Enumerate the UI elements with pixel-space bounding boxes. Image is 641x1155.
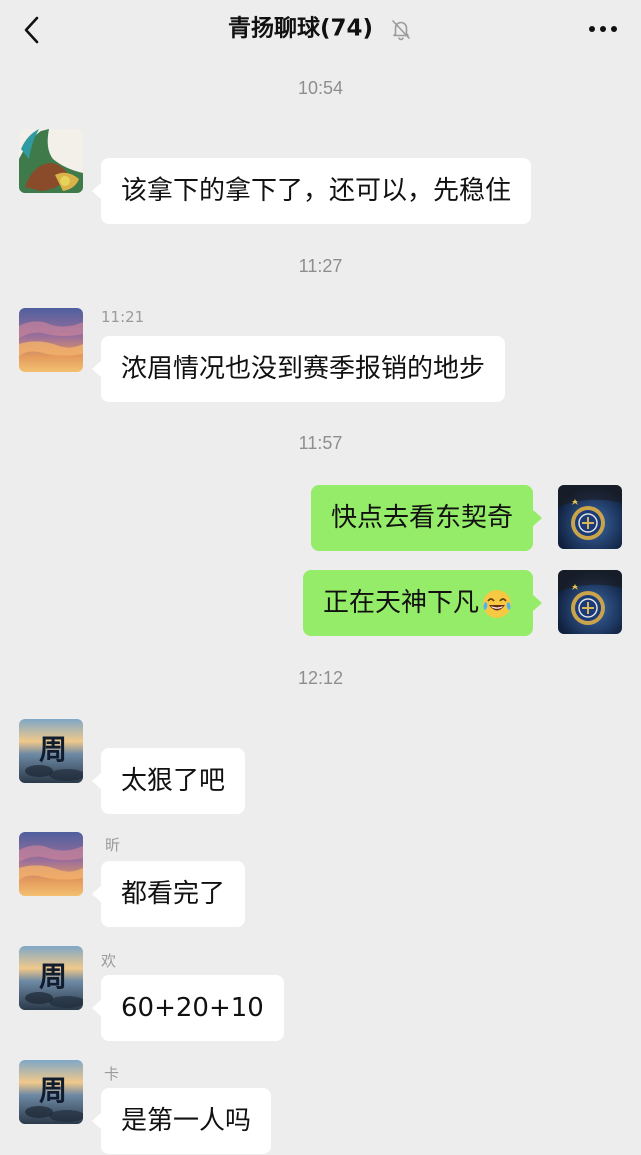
- message-text: 快点去看东契奇: [331, 503, 514, 533]
- painting-avatar[interactable]: [19, 129, 83, 193]
- message-bubble-outgoing[interactable]: 正在天神下凡: [303, 570, 543, 636]
- inter-logo-avatar[interactable]: [558, 570, 622, 634]
- message-text: 是第一人吗: [121, 1106, 252, 1136]
- timestamp: 10:54: [297, 78, 344, 98]
- timestamp: 11:57: [298, 433, 343, 453]
- svg-text:周: 周: [39, 1074, 67, 1107]
- sender-name: 11:21: [101, 308, 145, 326]
- chat-title: 青扬聊球(74): [227, 15, 373, 42]
- message-text: 正在天神下凡: [323, 588, 480, 618]
- message-text: 该拿下的拿下了，还可以，先稳住: [121, 176, 512, 206]
- more-dots-icon: [589, 26, 617, 32]
- sunset-avatar[interactable]: [19, 832, 83, 896]
- zhou-avatar[interactable]: 周: [19, 719, 83, 783]
- message-bubble-outgoing[interactable]: 快点去看东契奇: [311, 485, 543, 551]
- message-bubble[interactable]: 是第一人吗: [91, 1088, 272, 1154]
- sender-name: 卡: [104, 1065, 120, 1083]
- bell-off-icon: [392, 19, 410, 40]
- more-options-button[interactable]: [585, 14, 621, 44]
- sender-name: 欢: [101, 952, 117, 970]
- chat-header: 青扬聊球(74): [0, 0, 641, 58]
- message-bubble[interactable]: 60+20+10: [92, 975, 284, 1041]
- svg-text:周: 周: [39, 733, 67, 766]
- message-text: 太狠了吧: [121, 766, 226, 796]
- message-text: 浓眉情况也没到赛季报销的地步: [121, 354, 486, 384]
- zhou-avatar[interactable]: 周: [19, 1060, 83, 1124]
- message-text: 60+20+10: [121, 993, 264, 1023]
- timestamp: 11:27: [298, 256, 343, 276]
- message-bubble[interactable]: 太狠了吧: [91, 748, 246, 814]
- zhou-avatar[interactable]: 周: [19, 946, 83, 1010]
- message-text: 都看完了: [121, 879, 226, 909]
- inter-logo-avatar[interactable]: [558, 485, 622, 549]
- message-bubble[interactable]: 浓眉情况也没到赛季报销的地步: [91, 336, 506, 402]
- sunset-avatar[interactable]: [19, 308, 83, 372]
- message-bubble[interactable]: 都看完了: [91, 861, 246, 927]
- chat-title-wrap: 青扬聊球(74): [0, 13, 641, 44]
- timestamp: 12:12: [297, 668, 344, 688]
- message-bubble[interactable]: 该拿下的拿下了，还可以，先稳住: [91, 158, 532, 224]
- sender-name: 昕: [105, 836, 121, 854]
- svg-text:周: 周: [39, 960, 67, 993]
- laughing-tears-emoji: [483, 589, 512, 618]
